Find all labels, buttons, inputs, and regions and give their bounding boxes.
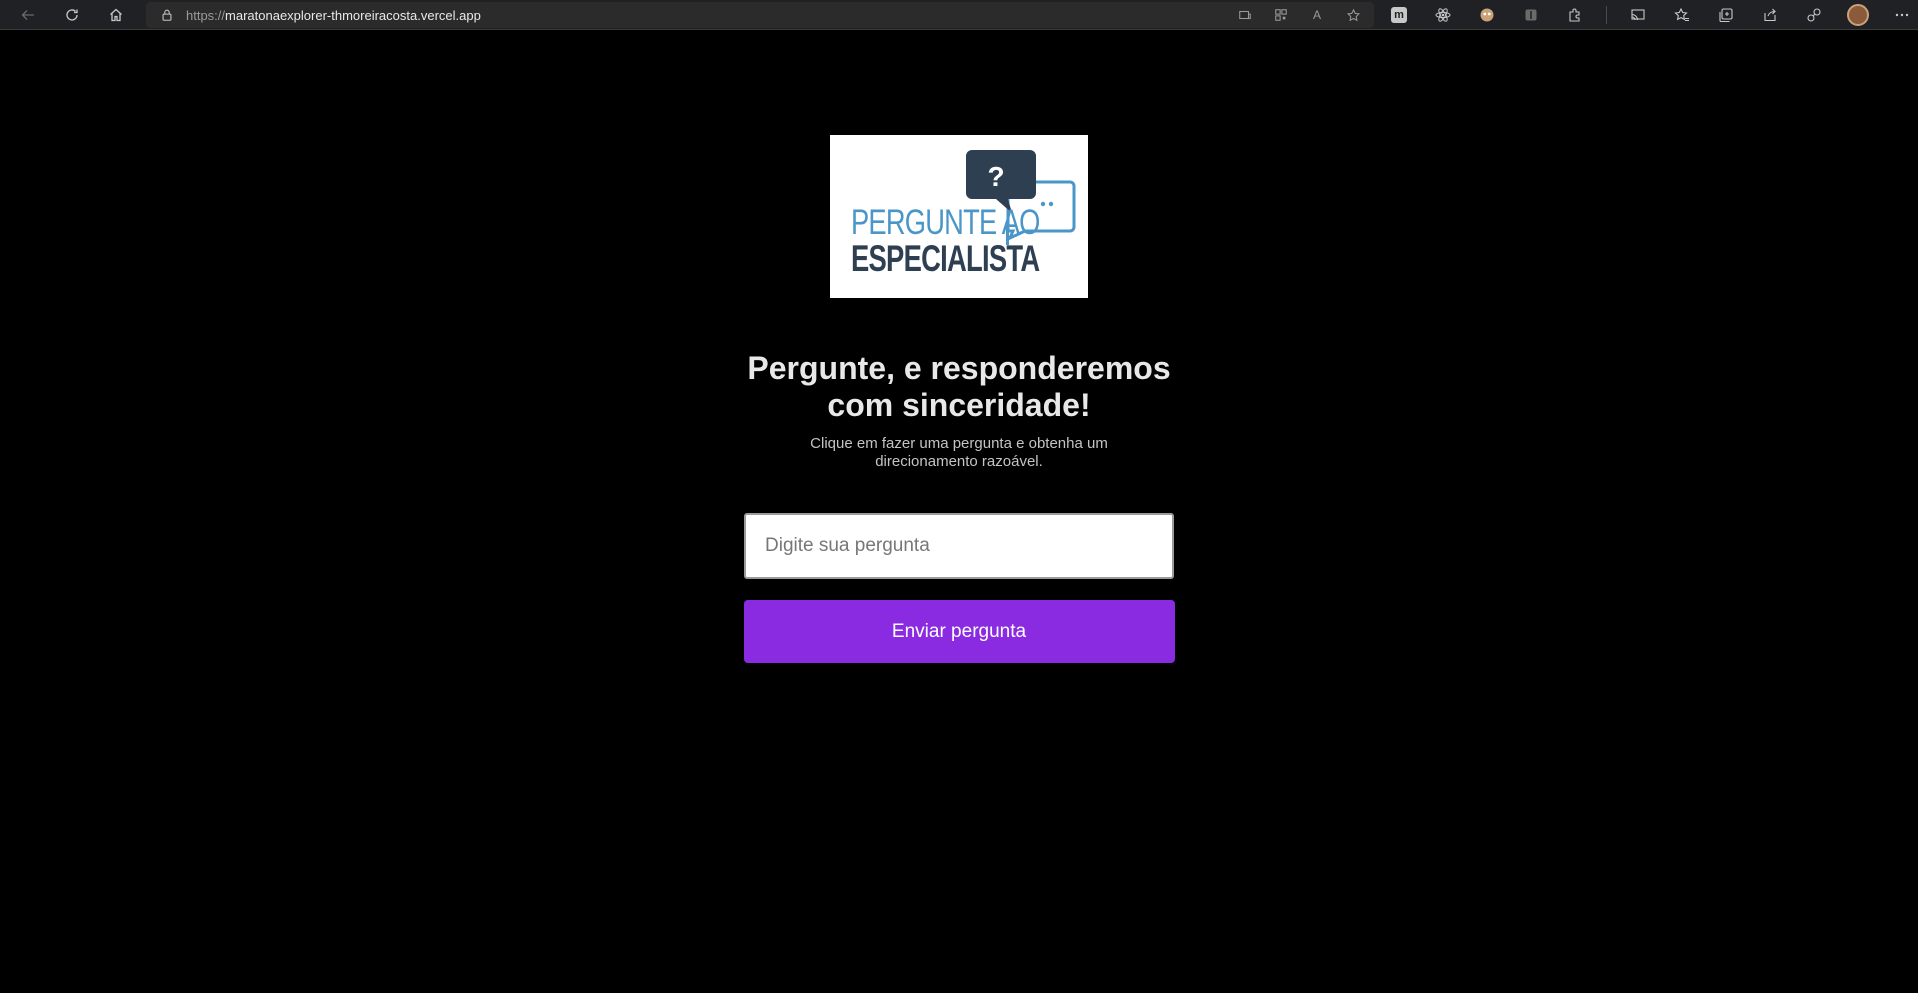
logo-text-line2: ESPECIALISTA: [851, 238, 1040, 279]
refresh-button[interactable]: [58, 1, 86, 29]
face-extension-icon[interactable]: [1474, 3, 1500, 27]
arrow-left-icon: [21, 9, 34, 20]
lock-icon: [162, 9, 172, 21]
logo: ? PERGUNTE AO ESPECIALISTA: [830, 135, 1088, 298]
puzzle-extension-icon[interactable]: [1518, 3, 1544, 27]
extension-m-icon[interactable]: m: [1386, 3, 1412, 27]
page-title: Pergunte, e responderemos com sinceridad…: [747, 350, 1171, 423]
share-icon[interactable]: [1757, 3, 1783, 27]
browser-toolbar: https://maratonaexplorer-thmoreiracosta.…: [0, 0, 1918, 30]
send-question-button[interactable]: Enviar pergunta: [743, 600, 1175, 663]
add-favorite-icon[interactable]: [1344, 6, 1362, 24]
collections-icon[interactable]: [1713, 3, 1739, 27]
url-host: maratonaexplorer-thmoreiracosta.vercel.a…: [225, 7, 481, 23]
app-available-icon[interactable]: [1236, 6, 1254, 24]
react-devtools-icon[interactable]: [1430, 3, 1456, 27]
toolbar-divider: [1606, 6, 1607, 24]
logo-text-line1: PERGUNTE AO: [851, 203, 1040, 242]
home-button[interactable]: [102, 1, 130, 29]
address-bar[interactable]: https://maratonaexplorer-thmoreiracosta.…: [146, 2, 1374, 28]
back-button[interactable]: [14, 1, 42, 29]
read-aloud-icon[interactable]: A: [1308, 6, 1326, 24]
page-content: ? PERGUNTE AO ESPECIALISTA Pergunte, e r…: [0, 30, 1918, 993]
page-subtitle: Clique em fazer uma pergunta e obtenha u…: [810, 435, 1108, 470]
extensions-icon[interactable]: [1562, 3, 1588, 27]
bubble-question-mark: ?: [987, 161, 1004, 192]
question-input[interactable]: [744, 513, 1174, 579]
favorites-icon[interactable]: [1669, 3, 1695, 27]
home-icon: [110, 8, 122, 21]
qr-code-icon[interactable]: [1272, 6, 1290, 24]
more-options-icon[interactable]: [1889, 3, 1915, 27]
profile-avatar[interactable]: [1845, 3, 1871, 27]
refresh-icon: [66, 8, 78, 21]
cast-icon[interactable]: [1625, 3, 1651, 27]
read-aloud-label: A: [1312, 8, 1321, 22]
performance-icon[interactable]: [1801, 3, 1827, 27]
url-scheme: https://: [186, 7, 226, 23]
